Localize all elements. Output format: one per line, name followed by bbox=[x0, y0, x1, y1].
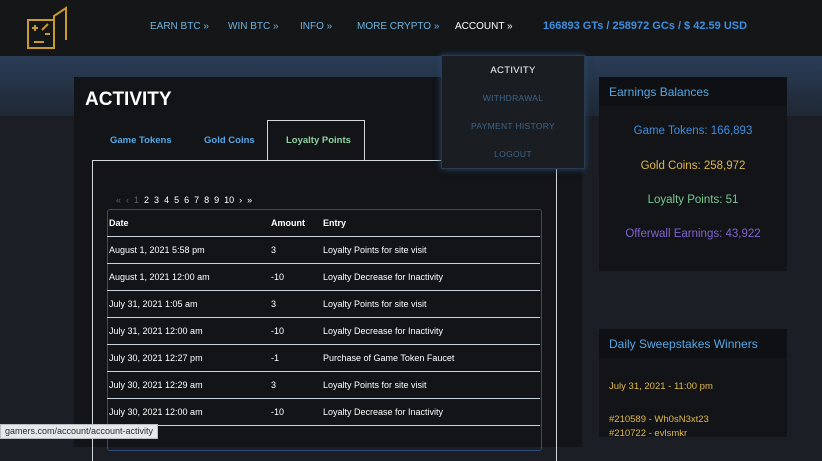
pager-first[interactable]: « bbox=[116, 195, 121, 207]
tab-loyalty-points[interactable]: Loyalty Points bbox=[286, 135, 351, 146]
table-cell-date: July 30, 2021 12:27 pm bbox=[109, 353, 203, 363]
dropdown-item-withdrawal[interactable]: WITHDRAWAL bbox=[442, 93, 584, 103]
pager-last[interactable]: » bbox=[247, 195, 252, 207]
earnings-balances-box bbox=[599, 77, 787, 271]
pager-page-4[interactable]: 4 bbox=[164, 195, 169, 207]
loyalty-points-balance: Loyalty Points: 51 bbox=[647, 194, 739, 206]
table-row-divider bbox=[107, 371, 540, 372]
table-cell-date: July 31, 2021 1:05 am bbox=[109, 299, 198, 309]
pager-page-3[interactable]: 3 bbox=[154, 195, 159, 207]
table-row-divider bbox=[107, 425, 540, 426]
site-logo-icon[interactable] bbox=[26, 6, 70, 50]
account-dropdown-menu: ACTIVITY WITHDRAWAL PAYMENT HISTORY LOGO… bbox=[441, 55, 585, 169]
winner-entry: #210589 - Wh0sN3xt23 bbox=[609, 414, 709, 425]
table-cell-date: July 30, 2021 12:29 am bbox=[109, 380, 203, 390]
dropdown-item-payment-history[interactable]: PAYMENT HISTORY bbox=[442, 121, 584, 131]
nav-earn-btc[interactable]: EARN BTC » bbox=[150, 21, 209, 32]
winner-entry: #210722 - evlsmkr bbox=[609, 428, 688, 439]
pager-page-7[interactable]: 7 bbox=[194, 195, 199, 207]
table-cell-entry: Purchase of Game Token Faucet bbox=[323, 353, 455, 363]
table-header-entry: Entry bbox=[323, 218, 347, 228]
dropdown-item-activity[interactable]: ACTIVITY bbox=[442, 65, 584, 76]
pager-prev[interactable]: ‹ bbox=[126, 195, 129, 207]
pager-page-6[interactable]: 6 bbox=[184, 195, 189, 207]
table-cell-amount: -10 bbox=[271, 272, 285, 282]
table-row-divider bbox=[107, 344, 540, 345]
table-cell-entry: Loyalty Points for site visit bbox=[323, 299, 427, 309]
pager-page-2[interactable]: 2 bbox=[144, 195, 149, 207]
table-cell-date: July 31, 2021 12:00 am bbox=[109, 326, 203, 336]
table-cell-amount: 3 bbox=[271, 299, 277, 309]
pager-page-5[interactable]: 5 bbox=[174, 195, 179, 207]
pager-next[interactable]: › bbox=[239, 195, 242, 207]
table-cell-entry: Loyalty Decrease for Inactivity bbox=[323, 326, 444, 336]
pager-page-10[interactable]: 10 bbox=[224, 195, 234, 207]
dropdown-item-logout[interactable]: LOGOUT bbox=[442, 149, 584, 159]
table-cell-amount: -1 bbox=[271, 353, 280, 363]
table-cell-date: August 1, 2021 5:58 pm bbox=[109, 245, 205, 255]
table-cell-date: July 30, 2021 12:00 am bbox=[109, 407, 203, 417]
pager-page-1[interactable]: 1 bbox=[134, 195, 139, 207]
table-row-divider bbox=[107, 317, 540, 318]
offerwall-earnings-balance: Offerwall Earnings: 43,922 bbox=[625, 228, 761, 240]
game-tokens-balance: Game Tokens: 166,893 bbox=[633, 125, 753, 137]
table-cell-entry: Loyalty Decrease for Inactivity bbox=[323, 407, 444, 417]
nav-more-crypto[interactable]: MORE CRYPTO » bbox=[357, 21, 439, 32]
table-row-divider bbox=[107, 398, 540, 399]
table-cell-entry: Loyalty Decrease for Inactivity bbox=[323, 272, 444, 282]
pager-page-9[interactable]: 9 bbox=[214, 195, 219, 207]
header-balance[interactable]: 166893 GTs / 258972 GCs / $ 42.59 USD bbox=[543, 20, 747, 32]
table-cell-date: August 1, 2021 12:00 am bbox=[109, 272, 210, 282]
page-title: ACTIVITY bbox=[85, 89, 172, 110]
table-cell-amount: 3 bbox=[271, 245, 277, 255]
table-header-date: Date bbox=[109, 218, 129, 228]
tab-gold-coins[interactable]: Gold Coins bbox=[204, 135, 255, 146]
nav-win-btc[interactable]: WIN BTC » bbox=[228, 21, 279, 32]
table-cell-entry: Loyalty Points for site visit bbox=[323, 245, 427, 255]
table-row-divider bbox=[107, 236, 540, 237]
table-cell-entry: Loyalty Points for site visit bbox=[323, 380, 427, 390]
gold-coins-balance: Gold Coins: 258,972 bbox=[640, 160, 746, 172]
nav-account[interactable]: ACCOUNT » bbox=[455, 21, 513, 32]
table-row-divider bbox=[107, 263, 540, 264]
sweepstakes-winners-title: Daily Sweepstakes Winners bbox=[609, 337, 758, 351]
table-row-divider bbox=[107, 290, 540, 291]
earnings-balances-title: Earnings Balances bbox=[609, 85, 710, 99]
pagination: « ‹ 1 2 3 4 5 6 7 8 9 10 › » bbox=[116, 195, 257, 207]
pager-page-8[interactable]: 8 bbox=[204, 195, 209, 207]
nav-info[interactable]: INFO » bbox=[300, 21, 332, 32]
tab-game-tokens[interactable]: Game Tokens bbox=[110, 135, 172, 146]
table-cell-amount: 3 bbox=[271, 380, 277, 390]
table-header-amount: Amount bbox=[271, 218, 305, 228]
table-cell-amount: -10 bbox=[271, 407, 285, 417]
table-cell-amount: -10 bbox=[271, 326, 285, 336]
winners-date: July 31, 2021 - 11:00 pm bbox=[609, 381, 713, 392]
